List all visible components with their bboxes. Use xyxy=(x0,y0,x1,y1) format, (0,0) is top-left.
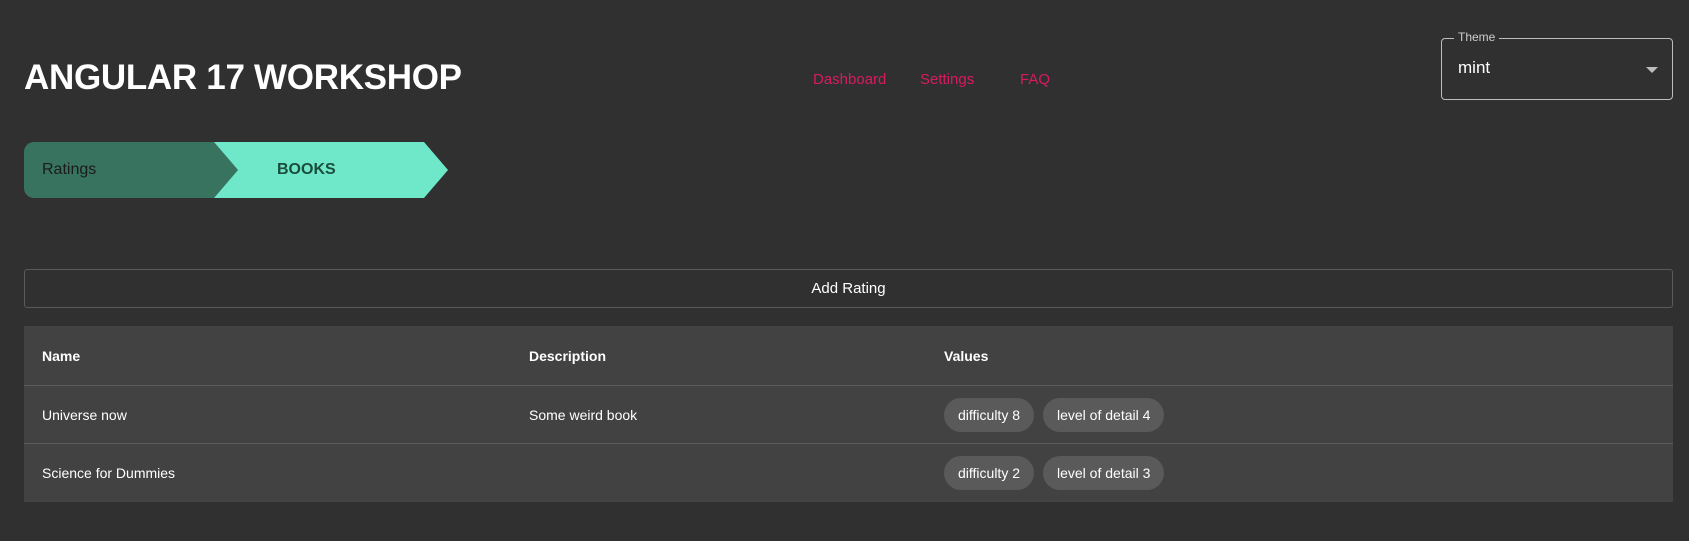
value-chip[interactable]: level of detail 3 xyxy=(1043,456,1165,490)
value-chip[interactable]: level of detail 4 xyxy=(1043,397,1165,432)
row-values-cell: difficulty 8 level of detail 4 xyxy=(944,386,1165,443)
dropdown-arrow-icon xyxy=(1646,67,1658,73)
row-name-cell: Science for Dummies xyxy=(42,465,176,481)
value-chip[interactable]: difficulty 8 xyxy=(944,397,1034,432)
row-values-cell: difficulty 2 level of detail 3 xyxy=(944,444,1165,502)
table-header-row: Name Description Values xyxy=(24,326,1673,386)
breadcrumb-label-books: BOOKS xyxy=(277,161,336,178)
breadcrumb: Ratings BOOKS xyxy=(24,142,448,198)
ratings-table: Name Description Values Universe now Som… xyxy=(24,326,1673,502)
breadcrumb-item-ratings[interactable]: Ratings xyxy=(24,142,238,198)
theme-select[interactable]: Theme mint xyxy=(1441,30,1673,100)
column-header-values[interactable]: Values xyxy=(944,326,988,385)
theme-select-label: Theme xyxy=(1454,30,1500,44)
breadcrumb-label-ratings: Ratings xyxy=(42,161,97,178)
add-rating-button[interactable]: Add Rating xyxy=(24,269,1673,308)
table-row[interactable]: Science for Dummies difficulty 2 level o… xyxy=(24,444,1673,502)
value-chip[interactable]: difficulty 2 xyxy=(944,456,1034,490)
app-page: ANGULAR 17 WORKSHOP Dashboard Settings F… xyxy=(0,0,1689,541)
row-description-cell: Some weird book xyxy=(529,406,638,423)
row-name-cell: Universe now xyxy=(42,406,127,423)
nav-faq-link[interactable]: FAQ xyxy=(1020,71,1050,88)
theme-select-value: mint xyxy=(1458,58,1491,77)
column-header-name[interactable]: Name xyxy=(42,326,80,385)
breadcrumb-item-books[interactable]: BOOKS xyxy=(214,142,448,198)
nav-dashboard-link[interactable]: Dashboard xyxy=(813,71,886,88)
nav-settings-link[interactable]: Settings xyxy=(920,71,974,88)
app-title: ANGULAR 17 WORKSHOP xyxy=(24,58,462,97)
table-row[interactable]: Universe now Some weird book difficulty … xyxy=(24,386,1673,444)
column-header-description[interactable]: Description xyxy=(529,326,606,385)
